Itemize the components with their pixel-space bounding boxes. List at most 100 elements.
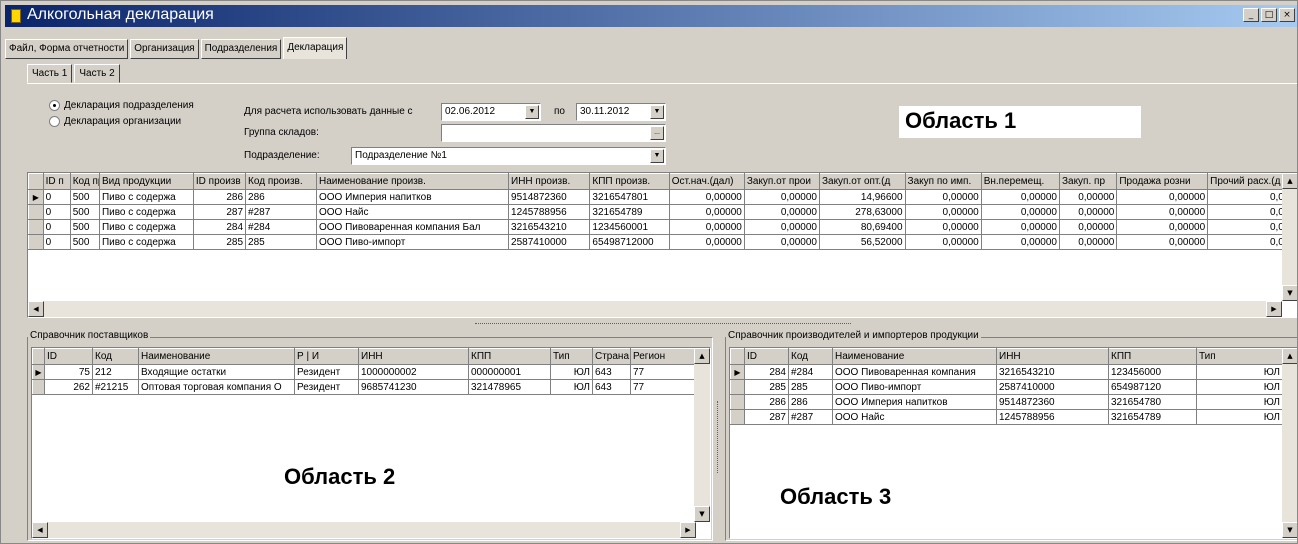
scroll-up-icon[interactable]: ▲ xyxy=(1282,173,1297,189)
column-header[interactable]: ИНН xyxy=(996,348,1109,365)
table-cell[interactable]: 65498712000 xyxy=(589,234,670,250)
date-from-dropdown-icon[interactable]: ▼ xyxy=(525,105,539,119)
table-cell[interactable]: ООО Империя напитков xyxy=(316,189,510,205)
table-cell[interactable]: 0,00000 xyxy=(744,234,820,250)
column-header[interactable]: КПП xyxy=(468,348,551,365)
table-cell[interactable]: 1000000002 xyxy=(358,364,469,380)
column-header[interactable]: Продажа розни xyxy=(1116,173,1209,190)
table-cell[interactable]: #284 xyxy=(245,219,317,235)
column-header[interactable]: КПП произв. xyxy=(589,173,670,190)
column-header[interactable]: Р | И xyxy=(294,348,359,365)
date-to-field[interactable]: 30.11.2012 ▼ xyxy=(576,103,666,121)
table-cell[interactable]: 321654789 xyxy=(589,204,670,220)
column-header[interactable]: Код xyxy=(788,348,833,365)
column-header[interactable]: Закуп.от опт.(д xyxy=(818,173,906,190)
table-cell[interactable]: Резидент xyxy=(294,379,359,395)
vertical-splitter[interactable] xyxy=(717,401,721,473)
table-cell[interactable]: 0 xyxy=(43,204,71,220)
table-cell[interactable]: 0,00000 xyxy=(669,189,745,205)
table-cell[interactable]: 3216543210 xyxy=(996,364,1109,380)
table-cell[interactable]: Пиво с содержа xyxy=(99,204,194,220)
table-cell[interactable]: 286 xyxy=(245,189,317,205)
table-cell[interactable]: ЮЛ xyxy=(1196,364,1283,380)
table-row[interactable]: 287 #287 ООО Найс 1245788956 321654789 Ю… xyxy=(730,409,1283,425)
table-cell[interactable]: 286 xyxy=(193,189,247,205)
table-cell[interactable]: 262 xyxy=(44,379,93,395)
table-cell[interactable]: 287 xyxy=(744,409,789,425)
table-cell[interactable]: #287 xyxy=(788,409,833,425)
suppliers-grid[interactable]: ID Код Наименование Р | И ИНН КПП Тип Ст… xyxy=(31,347,711,539)
table-cell[interactable]: 0,00000 xyxy=(1116,219,1209,235)
table-cell[interactable]: 285 xyxy=(245,234,317,250)
table-cell[interactable]: Пиво с содержа xyxy=(99,234,194,250)
table-cell[interactable]: 654987120 xyxy=(1108,379,1197,395)
column-header[interactable]: Тип xyxy=(1196,348,1283,365)
radio-org-declaration[interactable]: Декларация организации xyxy=(49,116,181,127)
table-cell[interactable]: Пиво с содержа xyxy=(99,189,194,205)
scroll-right-icon[interactable]: ▶ xyxy=(680,522,696,538)
table-cell[interactable]: 284 xyxy=(744,364,789,380)
table-row[interactable]: 0 500 Пиво с содержа 284 #284 ООО Пивова… xyxy=(28,219,1297,235)
table-cell[interactable]: 0,00000 xyxy=(905,219,982,235)
horizontal-splitter[interactable] xyxy=(475,323,851,327)
table-cell[interactable]: 0,00000 xyxy=(669,234,745,250)
table-cell[interactable]: 1245788956 xyxy=(508,204,591,220)
column-header[interactable]: ID произв xyxy=(192,173,247,190)
table-cell[interactable]: 0,00000 xyxy=(905,189,982,205)
maximize-button[interactable]: □ xyxy=(1261,8,1277,22)
table-cell[interactable]: #287 xyxy=(245,204,317,220)
table-cell[interactable]: 0,00000 xyxy=(981,234,1060,250)
column-header[interactable]: ID xyxy=(44,348,93,365)
column-header[interactable]: Закуп.от прои xyxy=(743,173,820,190)
table-cell[interactable]: 278,63000 xyxy=(819,204,906,220)
column-header[interactable]: Код произв. xyxy=(245,173,317,190)
producers-vscroll[interactable]: ▲ ▼ xyxy=(1282,348,1297,538)
tab-part-1[interactable]: Часть 1 xyxy=(27,64,73,83)
table-cell[interactable]: 9514872360 xyxy=(508,189,591,205)
table-cell[interactable]: ЮЛ xyxy=(550,379,593,395)
table-cell[interactable]: 0,00000 xyxy=(1059,204,1118,220)
table-cell[interactable]: 9685741230 xyxy=(358,379,469,395)
radio-dept-declaration[interactable]: Декларация подразделения xyxy=(49,100,194,111)
table-cell[interactable]: 321478965 xyxy=(468,379,551,395)
table-cell[interactable]: ЮЛ xyxy=(1196,394,1283,410)
table-cell[interactable]: 0,00000 xyxy=(981,219,1060,235)
column-header[interactable]: Закуп. пр xyxy=(1058,173,1118,190)
column-header[interactable]: Наименование произв. xyxy=(315,173,510,190)
table-cell[interactable]: 0 xyxy=(43,219,71,235)
scroll-up-icon[interactable]: ▲ xyxy=(1282,348,1297,364)
warehouse-group-browse-button[interactable]: ... xyxy=(650,126,664,140)
column-header[interactable]: ИНН xyxy=(358,348,469,365)
column-header[interactable]: ID xyxy=(744,348,789,365)
table-cell[interactable]: 0 xyxy=(43,234,71,250)
table-cell[interactable]: 0,00000 xyxy=(1116,204,1209,220)
scroll-right-icon[interactable]: ▶ xyxy=(1266,301,1282,317)
table-cell[interactable]: 3216547801 xyxy=(589,189,670,205)
table-cell[interactable]: 80,69400 xyxy=(819,219,906,235)
table-cell[interactable]: 000000001 xyxy=(468,364,551,380)
table-cell[interactable]: 75 xyxy=(44,364,93,380)
table-cell[interactable]: 77 xyxy=(630,364,697,380)
table-row[interactable]: ▶ 284 #284 ООО Пивоваренная компания 321… xyxy=(730,364,1283,380)
table-cell[interactable]: ЮЛ xyxy=(1196,379,1283,395)
column-header[interactable]: Ост.нач.(дал) xyxy=(668,173,745,190)
table-cell[interactable]: 14,96600 xyxy=(819,189,906,205)
scroll-down-icon[interactable]: ▼ xyxy=(694,506,710,522)
suppliers-vscroll[interactable]: ▲ ▼ xyxy=(694,348,710,522)
table-cell[interactable]: 0,00000 xyxy=(669,204,745,220)
table-cell[interactable]: 0,00000 xyxy=(1059,219,1118,235)
table-cell[interactable]: ЮЛ xyxy=(1196,409,1283,425)
column-header[interactable]: Закуп по имп. xyxy=(904,173,982,190)
declaration-grid[interactable]: ID п Код прод Вид продукции ID произв Ко… xyxy=(27,172,1297,318)
tab-part-2[interactable]: Часть 2 xyxy=(74,64,120,83)
close-button[interactable]: × xyxy=(1279,8,1295,22)
table-cell[interactable]: 0,00000 xyxy=(905,204,982,220)
table-cell[interactable]: Резидент xyxy=(294,364,359,380)
suppliers-hscroll[interactable]: ◀ ▶ xyxy=(32,522,696,538)
column-header[interactable]: Наименование xyxy=(832,348,997,365)
table-cell[interactable]: 643 xyxy=(592,379,631,395)
table-cell[interactable]: Оптовая торговая компания О xyxy=(138,379,295,395)
date-from-field[interactable]: 02.06.2012 ▼ xyxy=(441,103,541,121)
table-cell[interactable]: 284 xyxy=(193,219,247,235)
department-select[interactable]: Подразделение №1 ▼ xyxy=(351,147,666,165)
